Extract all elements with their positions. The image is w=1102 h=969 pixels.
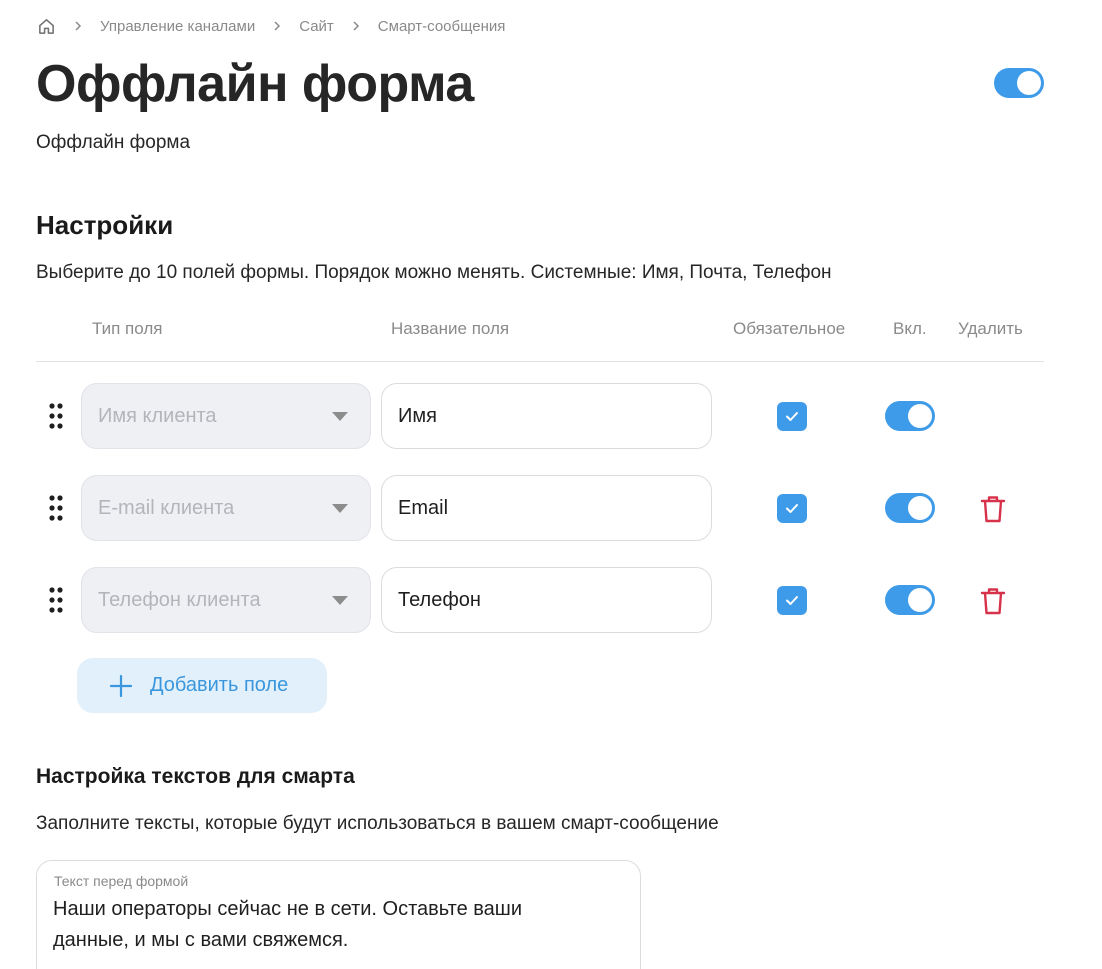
- check-icon: [786, 596, 798, 605]
- breadcrumb-item-smart-messages[interactable]: Смарт-сообщения: [378, 18, 506, 35]
- breadcrumb-item-channels[interactable]: Управление каналами: [100, 18, 255, 35]
- settings-description: Выберите до 10 полей формы. Порядок можн…: [36, 262, 832, 283]
- field-row-name: Имя клиента Имя: [36, 383, 1044, 449]
- toggle-knob: [908, 496, 932, 520]
- column-field-name: Название поля: [391, 319, 510, 338]
- chevron-right-icon: [255, 20, 299, 32]
- field-type-value: Имя клиента: [98, 404, 217, 427]
- fields-table-header: Тип поля Название поля Обязательное Вкл.…: [36, 310, 1044, 362]
- field-row-phone: Телефон клиента Телефон: [36, 567, 1044, 633]
- caret-down-icon: [332, 504, 348, 513]
- breadcrumb: Управление каналами Сайт Смарт-сообщения: [36, 14, 505, 38]
- before-form-text-value: Наши операторы сейчас не в сети. Оставьт…: [53, 898, 522, 951]
- field-enabled-toggle[interactable]: [885, 401, 935, 431]
- drag-handle-icon[interactable]: [48, 495, 64, 521]
- field-type-value: Телефон клиента: [98, 588, 261, 611]
- field-enabled-toggle[interactable]: [885, 493, 935, 523]
- column-field-type: Тип поля: [92, 319, 163, 338]
- required-checkbox[interactable]: [777, 402, 807, 431]
- page-title: Оффлайн форма: [36, 55, 474, 113]
- before-form-text-field[interactable]: Текст перед формой Наши операторы сейчас…: [36, 860, 641, 969]
- drag-handle-icon[interactable]: [48, 403, 64, 429]
- chevron-right-icon: [56, 20, 100, 32]
- form-enabled-toggle[interactable]: [994, 68, 1044, 98]
- breadcrumb-item-site[interactable]: Сайт: [299, 18, 334, 35]
- toggle-knob: [908, 588, 932, 612]
- field-name-input[interactable]: Телефон: [381, 567, 712, 633]
- column-required: Обязательное: [733, 319, 846, 338]
- plus-icon: [109, 674, 133, 697]
- field-name-input[interactable]: Email: [381, 475, 712, 541]
- before-form-text-label: Текст перед формой: [54, 873, 189, 889]
- field-name-input[interactable]: Имя: [381, 383, 712, 449]
- check-icon: [786, 412, 798, 421]
- field-type-select[interactable]: E-mail клиента: [81, 475, 371, 541]
- add-field-button[interactable]: Добавить поле: [77, 658, 327, 713]
- toggle-knob: [908, 404, 932, 428]
- trash-icon[interactable]: [979, 494, 1007, 524]
- field-row-email: E-mail клиента Email: [36, 475, 1044, 541]
- check-icon: [786, 504, 798, 513]
- required-checkbox[interactable]: [777, 494, 807, 523]
- column-delete: Удалить: [958, 319, 1023, 338]
- caret-down-icon: [332, 596, 348, 605]
- home-icon[interactable]: [36, 16, 56, 36]
- trash-icon[interactable]: [979, 586, 1007, 616]
- field-type-select[interactable]: Имя клиента: [81, 383, 371, 449]
- add-field-label: Добавить поле: [150, 674, 289, 696]
- chevron-right-icon: [334, 20, 378, 32]
- required-checkbox[interactable]: [777, 586, 807, 615]
- settings-title: Настройки: [36, 210, 174, 240]
- caret-down-icon: [332, 412, 348, 421]
- toggle-knob: [1017, 71, 1041, 95]
- column-enabled: Вкл.: [893, 319, 927, 338]
- field-enabled-toggle[interactable]: [885, 585, 935, 615]
- field-type-select[interactable]: Телефон клиента: [81, 567, 371, 633]
- texts-settings-description: Заполните тексты, которые будут использо…: [36, 813, 719, 834]
- field-type-value: E-mail клиента: [98, 496, 235, 519]
- texts-settings-title: Настройка текстов для смарта: [36, 765, 355, 788]
- drag-handle-icon[interactable]: [48, 587, 64, 613]
- page-description: Оффлайн форма: [36, 132, 191, 153]
